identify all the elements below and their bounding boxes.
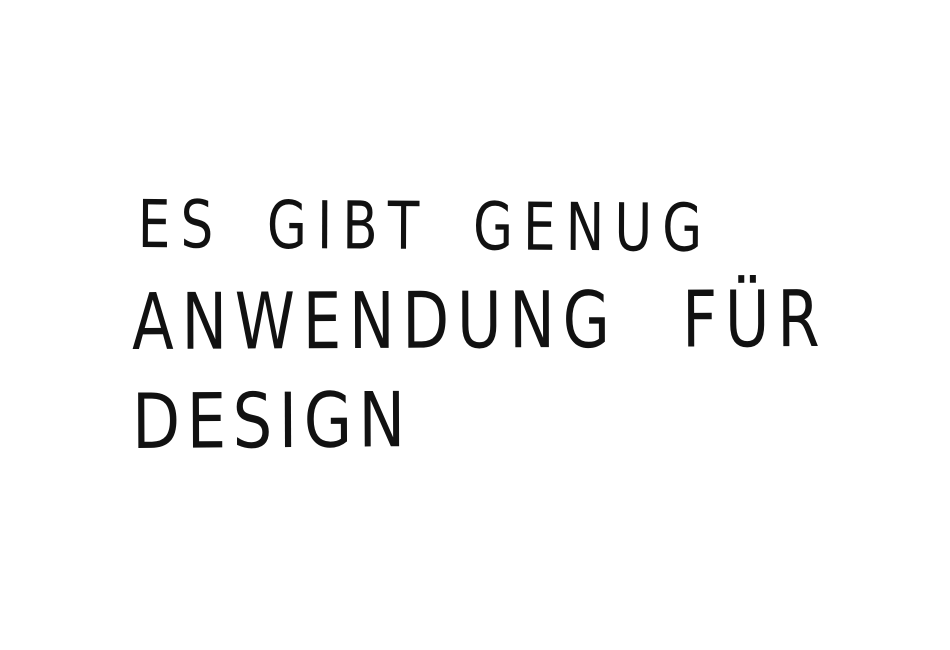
note-line-3: DESIGN: [131, 375, 412, 466]
note-line-1: ES GIBT GENUG: [137, 186, 713, 267]
note-line-2: ANWENDUNG FÜR: [131, 274, 828, 368]
handwritten-note: ES GIBT GENUG ANWENDUNG FÜR DESIGN: [131, 186, 892, 466]
paper-canvas: ES GIBT GENUG ANWENDUNG FÜR DESIGN: [0, 0, 950, 650]
